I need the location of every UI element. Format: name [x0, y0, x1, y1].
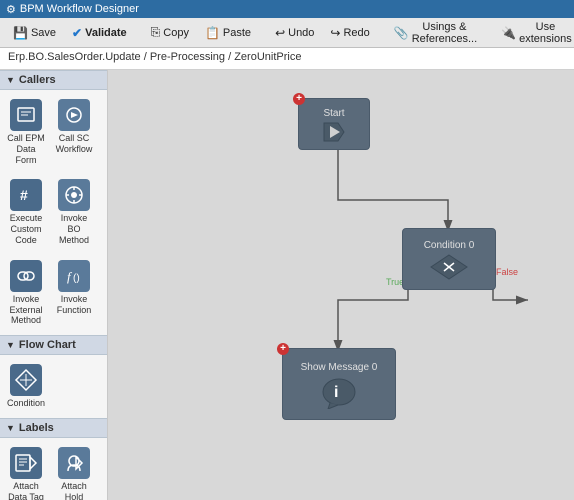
- usings-label: Usings & References...: [412, 21, 477, 45]
- copy-label: Copy: [163, 27, 189, 39]
- workflow-canvas[interactable]: True False + Start Condition 0: [108, 70, 574, 500]
- invoke-external-label: Invoke External Method: [7, 294, 45, 326]
- save-button[interactable]: 💾 Save: [6, 23, 63, 43]
- conn-condition-message: [338, 262, 408, 352]
- start-plus[interactable]: +: [293, 93, 305, 105]
- copy-icon: ⎘: [151, 25, 161, 40]
- message-title: Show Message 0: [297, 360, 382, 375]
- attach-data-tag-label: Attach Data Tag: [7, 481, 45, 500]
- save-label: Save: [31, 27, 56, 39]
- undo-button[interactable]: ↩ Undo: [268, 23, 321, 43]
- usings-icon: 📎: [394, 26, 409, 40]
- invoke-function-label: Invoke Function: [55, 294, 93, 316]
- redo-label: Redo: [343, 27, 369, 39]
- section-flowchart[interactable]: ▼ Flow Chart: [0, 335, 107, 355]
- attach-hold-icon: [58, 447, 90, 479]
- sidebar-item-condition[interactable]: Condition: [4, 359, 48, 414]
- svg-text:i: i: [334, 384, 338, 401]
- conn-start-condition: [338, 148, 448, 232]
- sidebar-item-execute-custom[interactable]: # Execute Custom Code: [4, 174, 48, 250]
- execute-custom-label: Execute Custom Code: [7, 213, 45, 245]
- breadcrumb-text: Erp.BO.SalesOrder.Update / Pre-Processin…: [8, 51, 301, 63]
- conn-condition-false: [493, 262, 528, 300]
- extensions-label: Use extensions: [519, 21, 572, 45]
- call-sc-icon: [58, 99, 90, 131]
- call-epm-label: Call EPM Data Form: [7, 133, 45, 165]
- redo-button[interactable]: ↪ Redo: [323, 23, 376, 43]
- paste-label: Paste: [223, 27, 251, 39]
- false-label-svg: False: [496, 267, 518, 277]
- labels-items: Attach Data Tag Attach Hold: [0, 438, 107, 500]
- node-show-message[interactable]: + Show Message 0 i: [282, 348, 396, 420]
- node-start[interactable]: + Start: [298, 98, 370, 150]
- condition0-icon: [429, 253, 469, 281]
- start-icon: [320, 121, 348, 143]
- attach-hold-label: Attach Hold: [55, 481, 93, 500]
- message-plus[interactable]: +: [277, 343, 289, 355]
- title-label: BPM Workflow Designer: [20, 3, 139, 15]
- sidebar-item-attach-data-tag[interactable]: Attach Data Tag: [4, 442, 48, 500]
- sidebar-item-attach-hold[interactable]: Attach Hold: [52, 442, 96, 500]
- condition-icon: [10, 364, 42, 396]
- undo-label: Undo: [288, 27, 314, 39]
- extensions-icon: 🔌: [501, 26, 516, 40]
- sidebar-item-invoke-bo[interactable]: Invoke BO Method: [52, 174, 96, 250]
- extensions-button[interactable]: 🔌 Use extensions: [494, 18, 574, 48]
- undo-icon: ↩: [275, 26, 285, 40]
- section-callers[interactable]: ▼ Callers: [0, 70, 107, 90]
- callers-arrow: ▼: [6, 75, 15, 85]
- callers-items: Call EPM Data Form Call SC Workflow # Ex…: [0, 90, 107, 335]
- toolbar: 💾 Save ✔ Validate ⎘ Copy 📋 Paste ↩ Undo …: [0, 18, 574, 48]
- sidebar-item-call-sc[interactable]: Call SC Workflow: [52, 94, 96, 170]
- condition-label: Condition: [7, 398, 45, 409]
- sidebar-item-invoke-external[interactable]: Invoke External Method: [4, 255, 48, 331]
- paste-icon: 📋: [205, 26, 220, 40]
- invoke-function-icon: f(): [58, 260, 90, 292]
- execute-custom-icon: #: [10, 179, 42, 211]
- node-condition0[interactable]: Condition 0: [402, 228, 496, 290]
- save-icon: 💾: [13, 26, 28, 40]
- validate-icon: ✔: [72, 26, 82, 40]
- title-bar: ⚙ BPM Workflow Designer: [0, 0, 574, 18]
- section-labels[interactable]: ▼ Labels: [0, 418, 107, 438]
- paste-button[interactable]: 📋 Paste: [198, 23, 258, 43]
- copy-button[interactable]: ⎘ Copy: [144, 22, 196, 43]
- main-layout: ▼ Callers Call EPM Data Form Call SC Wor…: [0, 70, 574, 500]
- labels-arrow: ▼: [6, 423, 15, 433]
- svg-text:(): (): [73, 273, 80, 284]
- call-epm-icon: [10, 99, 42, 131]
- attach-data-tag-icon: [10, 447, 42, 479]
- flowchart-items: Condition: [0, 355, 107, 418]
- flowchart-arrow: ▼: [6, 340, 15, 350]
- validate-button[interactable]: ✔ Validate: [65, 23, 134, 43]
- start-title: Start: [319, 106, 348, 121]
- message-icon: i: [320, 375, 358, 409]
- breadcrumb: Erp.BO.SalesOrder.Update / Pre-Processin…: [0, 48, 574, 70]
- invoke-bo-label: Invoke BO Method: [55, 213, 93, 245]
- sidebar-item-call-epm[interactable]: Call EPM Data Form: [4, 94, 48, 170]
- condition0-title: Condition 0: [420, 238, 479, 253]
- call-sc-label: Call SC Workflow: [55, 133, 93, 155]
- invoke-bo-icon: [58, 179, 90, 211]
- sidebar: ▼ Callers Call EPM Data Form Call SC Wor…: [0, 70, 108, 500]
- invoke-external-icon: [10, 260, 42, 292]
- app-icon: ⚙: [6, 3, 16, 16]
- svg-text:#: #: [20, 187, 28, 203]
- callers-label: Callers: [19, 74, 56, 86]
- sidebar-item-invoke-function[interactable]: f() Invoke Function: [52, 255, 96, 331]
- labels-label: Labels: [19, 422, 54, 434]
- flowchart-label: Flow Chart: [19, 339, 76, 351]
- redo-icon: ↪: [330, 26, 340, 40]
- usings-button[interactable]: 📎 Usings & References...: [387, 18, 484, 48]
- validate-label: Validate: [85, 27, 127, 39]
